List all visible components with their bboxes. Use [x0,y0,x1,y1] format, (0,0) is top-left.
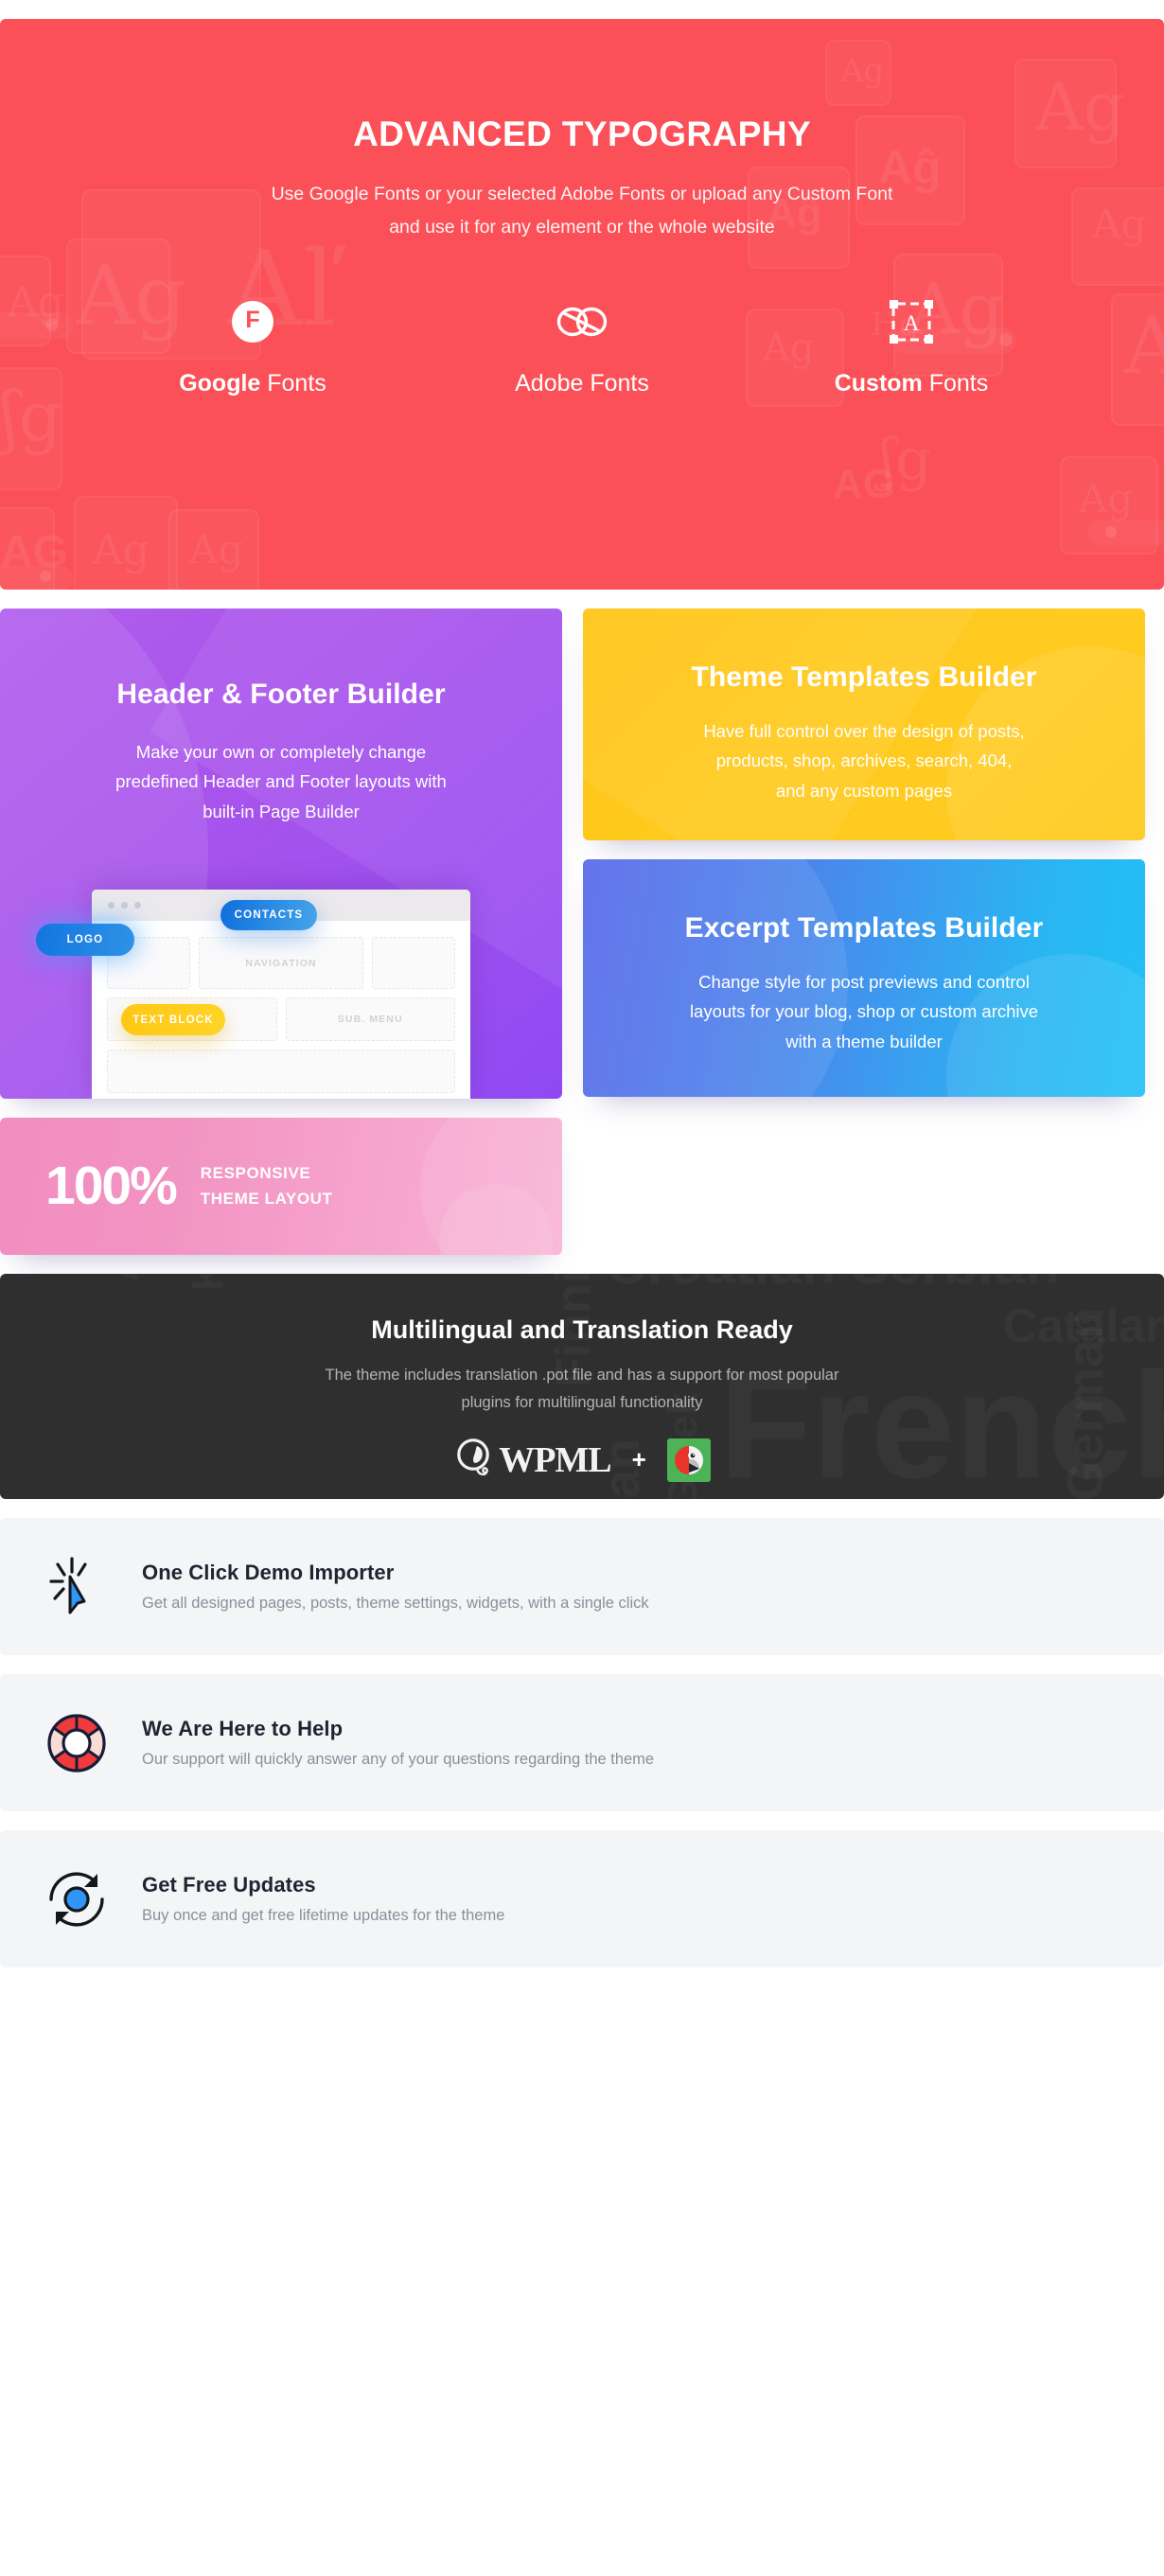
window-dot [134,902,141,909]
label-rest: Fonts [260,369,326,397]
advanced-typography-section: Ag Ag ʃg AG Ag Ag Aľ Ag Aĝ Ag Ag Ag A Aĝ… [0,19,1164,590]
font-source-custom: A Custom Fonts [802,292,1020,397]
feature-text-demo-importer: One Click Demo Importer Get all designed… [142,1561,649,1613]
font-sources-row: F Google Fonts Adobe Fonts A Custom Font… [0,292,1164,397]
window-dot [108,902,115,909]
mockup-widget-contacts[interactable] [372,937,455,989]
body-line-2: layouts for your blog, shop or custom ar… [689,1001,1039,1022]
feature-row-updates: Get Free Updates Buy once and get free l… [0,1830,1164,1967]
responsive-label-line-1: RESPONSIVE [200,1164,311,1183]
adobe-creative-cloud-icon [473,292,691,351]
body-line-3: with a theme builder [785,1032,943,1052]
feature-title: Get Free Updates [142,1873,316,1897]
feature-title: We Are Here to Help [142,1717,344,1740]
responsive-percentage: 100% [45,1156,178,1216]
body-line-2: products, shop, archives, search, 404, [715,750,1013,771]
responsive-layout-card: 100% RESPONSIVE THEME LAYOUT [0,1118,562,1255]
polylang-parrot-icon [666,1438,711,1482]
cards-right-column: Theme Templates Builder Have full contro… [583,609,1145,1255]
multilingual-title: Multilingual and Translation Ready [371,1315,793,1344]
custom-font-selection-icon: A [802,292,1020,351]
font-source-adobe-label: Adobe Fonts [515,369,649,397]
cards-left-column: Header & Footer Builder Make your own or… [0,609,562,1255]
feature-title: One Click Demo Importer [142,1561,395,1584]
feature-row-demo-importer: One Click Demo Importer Get all designed… [0,1518,1164,1655]
translation-plugins-row: WPML + [0,1438,1164,1483]
mockup-row: NAVIGATION [107,937,455,989]
google-fonts-icon: F [144,292,362,351]
features-page: Ag Ag ʃg AG Ag Ag Aľ Ag Aĝ Ag Ag Ag A Aĝ… [0,19,1164,2005]
header-footer-card-body: Make your own or completely change prede… [53,737,509,827]
feature-text-updates: Get Free Updates Buy once and get free l… [142,1873,504,1925]
header-footer-builder-card: Header & Footer Builder Make your own or… [0,609,562,1099]
body-line-1: The theme includes translation .pot file… [325,1367,839,1384]
wpml-mark-icon [457,1438,489,1475]
body-line-1: Have full control over the design of pos… [703,720,1025,741]
body-line-3: and any custom pages [775,781,953,802]
refresh-updates-icon [44,1866,110,1932]
google-fonts-glyph: F [232,300,273,343]
svg-text:A: A [904,311,920,335]
feature-text-support: We Are Here to Help Our support will qui… [142,1717,654,1769]
feature-row-support: We Are Here to Help Our support will qui… [0,1674,1164,1811]
lifebuoy-support-icon [44,1710,110,1776]
mockup-pill-contacts[interactable]: CONTACTS [220,900,317,930]
body-line-1: Change style for post previews and contr… [698,971,1030,992]
hero-subtitle: Use Google Fonts or your selected Adobe … [0,178,1164,242]
window-dot [121,902,128,909]
font-source-adobe: Adobe Fonts [473,292,691,397]
plus-separator: + [631,1445,646,1474]
feature-description: Our support will quickly answer any of y… [142,1751,655,1768]
mockup-pill-text-block[interactable]: TEXT BLOCK [121,1004,225,1035]
feature-description: Get all designed pages, posts, theme set… [142,1595,649,1612]
wpml-wordmark: WPML [499,1439,611,1480]
mockup-row [107,1050,455,1093]
theme-templates-builder-card: Theme Templates Builder Have full contro… [583,609,1145,840]
hero-subtitle-line-2: and use it for any element or the whole … [389,216,775,238]
label-bold: Custom [834,369,923,397]
hero-subtitle-line-1: Use Google Fonts or your selected Adobe … [271,184,893,205]
responsive-labels: RESPONSIVE THEME LAYOUT [201,1161,333,1211]
multilingual-section: Portuguese Kurdish Dutch Arabic Japanese… [0,1274,1164,1499]
label-rest: Fonts [922,369,989,397]
font-source-google-label: Google Fonts [144,370,362,397]
excerpt-templates-builder-card: Excerpt Templates Builder Change style f… [583,859,1145,1097]
font-source-google: F Google Fonts [144,292,362,397]
multilingual-body: The theme includes translation .pot file… [0,1362,1164,1417]
mockup-widget-submenu-right[interactable]: SUB. MENU [285,997,455,1041]
feature-cards-grid: Header & Footer Builder Make your own or… [0,609,1164,1255]
mockup-pill-logo[interactable]: LOGO [36,924,134,956]
theme-templates-card-body: Have full control over the design of pos… [640,716,1088,806]
theme-templates-card-title: Theme Templates Builder [691,662,1037,693]
cursor-click-icon [44,1554,110,1620]
body-line-2: predefined Header and Footer layouts wit… [115,771,447,792]
mockup-widget-textblock[interactable] [107,1050,455,1093]
feature-description: Buy once and get free lifetime updates f… [142,1907,505,1924]
responsive-label-line-2: THEME LAYOUT [200,1189,333,1208]
excerpt-templates-card-title: Excerpt Templates Builder [684,912,1044,944]
header-footer-card-title: Header & Footer Builder [116,679,446,710]
body-line-1: Make your own or completely change [135,741,427,762]
font-source-custom-label: Custom Fonts [802,370,1020,397]
mockup-widget-navigation[interactable]: NAVIGATION [199,937,363,989]
wpml-logo: WPML [453,1438,612,1483]
excerpt-templates-card-body: Change style for post previews and contr… [626,967,1102,1057]
label-bold: Google [179,369,261,397]
body-line-3: built-in Page Builder [203,802,360,822]
body-line-2: plugins for multilingual functionality [461,1393,703,1411]
hero-title: ADVANCED TYPOGRAPHY [353,115,811,153]
